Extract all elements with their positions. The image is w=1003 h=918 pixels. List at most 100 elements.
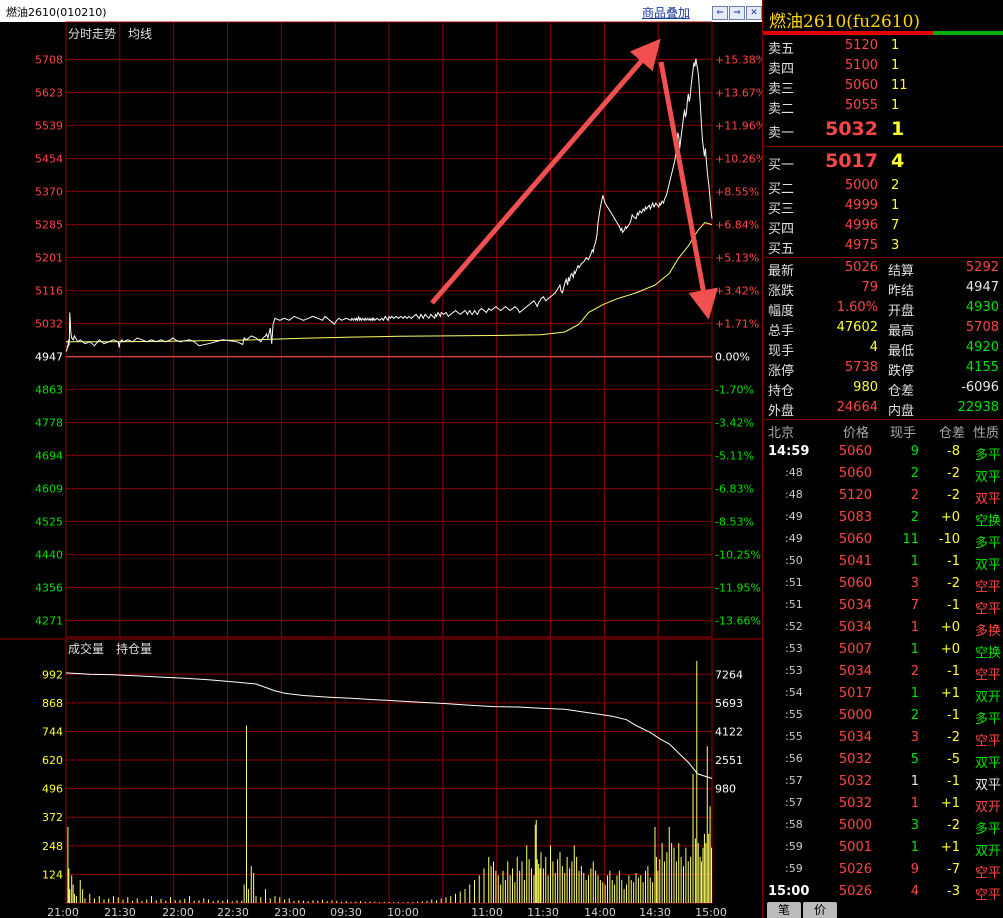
trade-time: :55 (785, 708, 803, 721)
trade-nature: 双平 (975, 756, 1002, 771)
intraday-chart[interactable]: 5708 +15.38% 5623 +13.67% 5539 +11.96% 5454 +10… (0, 0, 762, 918)
stat-label: 内盘 (888, 404, 915, 419)
trade-row[interactable]: :59 5026 9 -7 空平 (763, 859, 1003, 881)
bid-label: 买三 (768, 202, 795, 217)
intraday-label: 分时走势 (68, 27, 116, 41)
bid-price: 5000 (844, 178, 878, 193)
trade-price: 5041 (838, 554, 872, 569)
buy-pressure-bar (933, 31, 1003, 35)
volume-tick-label: 744 (42, 725, 63, 738)
trade-row[interactable]: :51 5034 7 -1 空平 (763, 595, 1003, 617)
ask-row: 卖一 5032 1 (763, 118, 1003, 141)
bid-volume: 2 (891, 178, 900, 193)
tab-price[interactable]: 价 (803, 902, 837, 918)
ask-price: 5120 (844, 38, 878, 53)
bid-row: 买二 5000 2 (763, 176, 1003, 197)
stat-label: 最高 (888, 324, 915, 339)
stat-label: 涨跌 (768, 284, 795, 299)
bid-volume: 1 (891, 198, 900, 213)
stat-value: 5026 (844, 260, 878, 275)
price-tick-label: 5285 (35, 219, 63, 232)
volume-tick-label: 248 (42, 840, 63, 853)
percent-tick-label: +13.67% (715, 87, 762, 100)
stat-value: 4155 (965, 360, 999, 375)
trade-price: 5034 (838, 730, 872, 745)
trade-time: :57 (785, 774, 803, 787)
trade-row[interactable]: :53 5007 1 +0 空换 (763, 639, 1003, 661)
book-separator (763, 146, 1003, 147)
ask-volume: 11 (891, 78, 908, 93)
trade-row[interactable]: :49 5083 2 +0 空换 (763, 507, 1003, 529)
price-tick-label: 4356 (35, 581, 63, 594)
oi-tick-label: 7264 (715, 668, 743, 681)
stat-value: 5292 (965, 260, 999, 275)
trade-time: :56 (785, 752, 803, 765)
trade-time: :50 (785, 554, 803, 567)
trade-time: :59 (785, 840, 803, 853)
price-tick-label: 5539 (35, 119, 63, 132)
trade-time: :57 (785, 796, 803, 809)
volume-tick-label: 124 (42, 868, 63, 881)
percent-tick-label: +8.55% (715, 185, 759, 198)
stat-value: 5708 (965, 320, 999, 335)
trade-price: 5060 (838, 466, 872, 481)
trade-price: 5017 (838, 686, 872, 701)
trade-price: 5001 (838, 840, 872, 855)
bid-row: 买五 4975 3 (763, 236, 1003, 257)
trade-nature: 多平 (975, 822, 1002, 837)
trade-row[interactable]: :50 5041 1 -1 双平 (763, 551, 1003, 573)
trade-row[interactable]: :48 5120 2 -2 双平 (763, 485, 1003, 507)
trade-row[interactable]: :55 5034 3 -2 空平 (763, 727, 1003, 749)
stat-value: 1.60% (836, 300, 878, 315)
trade-row[interactable]: :53 5034 2 -1 空平 (763, 661, 1003, 683)
trade-volume: 1 (910, 620, 919, 635)
trade-row[interactable]: :57 5032 1 +1 双开 (763, 793, 1003, 815)
trade-price: 5000 (838, 818, 872, 833)
trade-oi-change: +1 (940, 686, 960, 701)
trade-row[interactable]: 14:59 5060 9 -8 多平 (763, 441, 1003, 463)
trade-price: 5032 (838, 796, 872, 811)
trade-row[interactable]: :52 5034 1 +0 多换 (763, 617, 1003, 639)
trade-volume: 2 (910, 708, 919, 723)
trade-row[interactable]: :57 5032 1 -1 双平 (763, 771, 1003, 793)
volume-label: 成交量 (68, 641, 104, 656)
trade-price: 5120 (838, 488, 872, 503)
trade-nature: 空平 (975, 866, 1002, 881)
trade-row[interactable]: :56 5032 5 -5 双平 (763, 749, 1003, 771)
trade-time: :52 (785, 620, 803, 633)
sell-pressure-bar (763, 31, 933, 35)
ticker-header-nature: 性质 (973, 426, 1000, 441)
uptrend-arrow (430, 38, 661, 305)
trade-row[interactable]: :54 5017 1 +1 双开 (763, 683, 1003, 705)
trade-row[interactable]: :49 5060 11 -10 多平 (763, 529, 1003, 551)
bid-price: 4999 (844, 198, 878, 213)
trade-nature: 双开 (975, 690, 1002, 705)
trade-volume: 7 (910, 598, 919, 613)
trade-price: 5000 (838, 708, 872, 723)
trade-time: :53 (785, 642, 803, 655)
trade-row[interactable]: :48 5060 2 -2 双平 (763, 463, 1003, 485)
percent-tick-label: +5.13% (715, 251, 759, 264)
stat-label: 外盘 (768, 404, 795, 419)
ticker-header-time: 北京 (768, 426, 795, 441)
volume-tick-label: 868 (42, 697, 63, 710)
stat-label: 开盘 (888, 304, 915, 319)
time-tick-label: 21:30 (104, 906, 136, 918)
trade-row[interactable]: :59 5001 1 +1 双开 (763, 837, 1003, 859)
trade-row[interactable]: :51 5060 3 -2 空平 (763, 573, 1003, 595)
stat-label: 结算 (888, 264, 915, 279)
trade-oi-change: -2 (947, 730, 960, 745)
trade-nature: 多平 (975, 448, 1002, 463)
stat-value: 22938 (957, 400, 999, 415)
trade-row[interactable]: :58 5000 3 -2 多平 (763, 815, 1003, 837)
tab-ticks[interactable]: 笔 (767, 902, 801, 918)
trade-oi-change: +0 (940, 642, 960, 657)
trade-row[interactable]: :55 5000 2 -1 多平 (763, 705, 1003, 727)
price-tick-label: 5708 (35, 53, 63, 66)
percent-tick-label: -10.25% (715, 549, 761, 562)
time-tick-label: 23:00 (274, 906, 306, 918)
ticker-tabs: 笔 价 (763, 900, 1003, 918)
percent-tick-label: -1.70% (715, 383, 754, 396)
trade-time: :59 (785, 862, 803, 875)
trade-time: :58 (785, 818, 803, 831)
